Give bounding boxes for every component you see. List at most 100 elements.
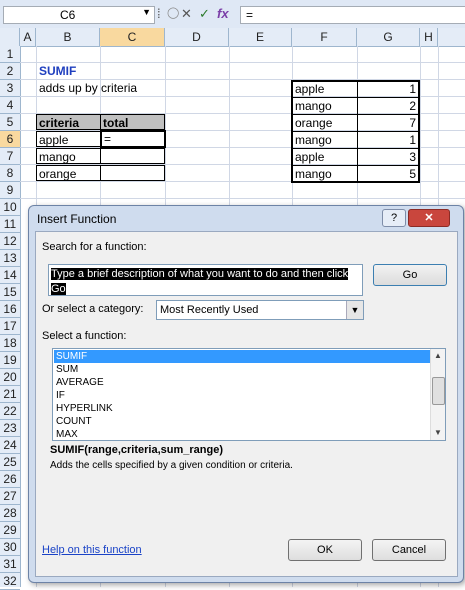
function-item[interactable]: AVERAGE — [54, 376, 430, 389]
row-header[interactable]: 28 — [0, 505, 20, 522]
column-header-f[interactable]: F — [292, 28, 357, 46]
formula-input-value: = — [246, 8, 254, 22]
column-headers: A B C D E F G H — [0, 28, 465, 47]
row-header[interactable]: 13 — [0, 250, 20, 267]
row-header[interactable]: 19 — [0, 352, 20, 369]
row-header[interactable]: 18 — [0, 335, 20, 352]
enter-icon[interactable]: ✓ — [199, 6, 210, 22]
sheet-subtitle[interactable]: adds up by criteria — [37, 80, 177, 96]
data-value-cell[interactable]: 3 — [357, 149, 419, 165]
cancel-button[interactable]: Cancel — [372, 539, 446, 561]
total-cell[interactable] — [100, 165, 165, 181]
row-header-active[interactable]: 6 — [0, 131, 20, 148]
column-header-e[interactable]: E — [229, 28, 292, 46]
active-cell-c6[interactable]: = — [100, 130, 166, 148]
help-button[interactable]: ? — [382, 209, 406, 227]
data-value-cell[interactable]: 2 — [357, 98, 419, 114]
scroll-down-icon[interactable]: ▼ — [434, 428, 442, 437]
go-button[interactable]: Go — [373, 264, 447, 286]
row-header[interactable]: 10 — [0, 199, 20, 216]
row-header[interactable]: 22 — [0, 403, 20, 420]
column-header-d[interactable]: D — [165, 28, 229, 46]
separator-icon: ⁞ — [157, 6, 161, 21]
formula-input[interactable]: = — [240, 6, 465, 24]
row-header[interactable]: 9 — [0, 182, 20, 199]
row-header[interactable]: 1 — [0, 46, 20, 63]
data-value-cell[interactable]: 7 — [357, 115, 419, 131]
search-input[interactable]: Type a brief description of what you wan… — [48, 264, 363, 296]
criteria-cell[interactable]: orange — [36, 165, 101, 181]
search-input-value: Type a brief description of what you wan… — [51, 268, 349, 295]
row-header[interactable]: 4 — [0, 97, 20, 114]
function-item[interactable]: IF — [54, 389, 430, 402]
function-item[interactable]: SUM — [54, 363, 430, 376]
column-header-g[interactable]: G — [357, 28, 420, 46]
data-name-cell[interactable]: mango — [293, 166, 357, 182]
data-name-cell[interactable]: apple — [293, 81, 357, 97]
function-item[interactable]: COUNT — [54, 415, 430, 428]
data-value-cell[interactable]: 1 — [357, 81, 419, 97]
column-header-b[interactable]: B — [36, 28, 100, 46]
criteria-cell[interactable]: mango — [36, 148, 101, 164]
column-header-a[interactable]: A — [20, 28, 36, 46]
row-header[interactable]: 7 — [0, 148, 20, 165]
function-item[interactable]: HYPERLINK — [54, 402, 430, 415]
row-header[interactable]: 5 — [0, 114, 20, 131]
row-header[interactable]: 26 — [0, 471, 20, 488]
data-name-cell[interactable]: mango — [293, 132, 357, 148]
row-header[interactable]: 20 — [0, 369, 20, 386]
data-name-cell[interactable]: apple — [293, 149, 357, 165]
gridline — [20, 198, 465, 199]
data-name-cell[interactable]: orange — [293, 115, 357, 131]
insert-function-icon[interactable]: fx — [217, 6, 229, 21]
criteria-header[interactable]: criteria — [36, 114, 101, 130]
close-icon[interactable]: ✕ — [408, 209, 450, 227]
dialog-body: Search for a function: Type a brief desc… — [35, 231, 458, 577]
scroll-thumb[interactable] — [432, 377, 445, 405]
data-name-cell[interactable]: mango — [293, 98, 357, 114]
row-header[interactable]: 8 — [0, 165, 20, 182]
function-list[interactable]: SUMIF SUM AVERAGE IF HYPERLINK COUNT MAX… — [52, 348, 446, 441]
chevron-down-icon[interactable]: ▼ — [346, 301, 363, 319]
table-divider — [292, 148, 419, 149]
function-item-selected[interactable]: SUMIF — [54, 350, 430, 363]
row-header[interactable]: 29 — [0, 522, 20, 539]
row-header[interactable]: 15 — [0, 284, 20, 301]
row-header[interactable]: 2 — [0, 63, 20, 80]
column-header-c[interactable]: C — [100, 28, 165, 46]
row-header[interactable]: 31 — [0, 556, 20, 573]
formula-bar: C6 ▼ ⁞ ◯ ✕ ✓ fx = — [0, 0, 465, 29]
dialog-title: Insert Function — [37, 212, 117, 226]
row-header[interactable]: 32 — [0, 573, 20, 590]
row-header[interactable]: 25 — [0, 454, 20, 471]
row-header[interactable]: 3 — [0, 80, 20, 97]
row-header[interactable]: 12 — [0, 233, 20, 250]
cancel-icon[interactable]: ✕ — [181, 6, 192, 22]
scroll-up-icon[interactable]: ▲ — [434, 351, 442, 360]
row-header[interactable]: 16 — [0, 301, 20, 318]
row-header[interactable]: 17 — [0, 318, 20, 335]
total-header[interactable]: total — [100, 114, 165, 130]
row-header[interactable]: 11 — [0, 216, 20, 233]
row-header[interactable]: 27 — [0, 488, 20, 505]
row-header[interactable]: 24 — [0, 437, 20, 454]
help-link[interactable]: Help on this function — [42, 544, 142, 556]
sheet-title[interactable]: SUMIF — [37, 63, 157, 79]
row-header[interactable]: 30 — [0, 539, 20, 556]
name-box[interactable]: C6 ▼ — [3, 6, 155, 24]
data-value-cell[interactable]: 5 — [357, 166, 419, 182]
total-cell[interactable] — [100, 148, 165, 164]
select-all-corner[interactable] — [0, 28, 20, 46]
function-item[interactable]: MAX — [54, 428, 430, 440]
function-list-scrollbar[interactable]: ▲ ▼ — [430, 349, 445, 440]
column-header-h[interactable]: H — [420, 28, 438, 46]
ok-button[interactable]: OK — [288, 539, 362, 561]
row-header[interactable]: 23 — [0, 420, 20, 437]
chevron-down-icon[interactable]: ▼ — [142, 7, 151, 17]
row-header[interactable]: 14 — [0, 267, 20, 284]
formula-buttons: ⁞ ◯ ✕ ✓ fx — [157, 5, 237, 23]
criteria-cell[interactable]: apple — [36, 131, 101, 147]
data-value-cell[interactable]: 1 — [357, 132, 419, 148]
category-select[interactable]: Most Recently Used ▼ — [156, 300, 364, 320]
row-header[interactable]: 21 — [0, 386, 20, 403]
